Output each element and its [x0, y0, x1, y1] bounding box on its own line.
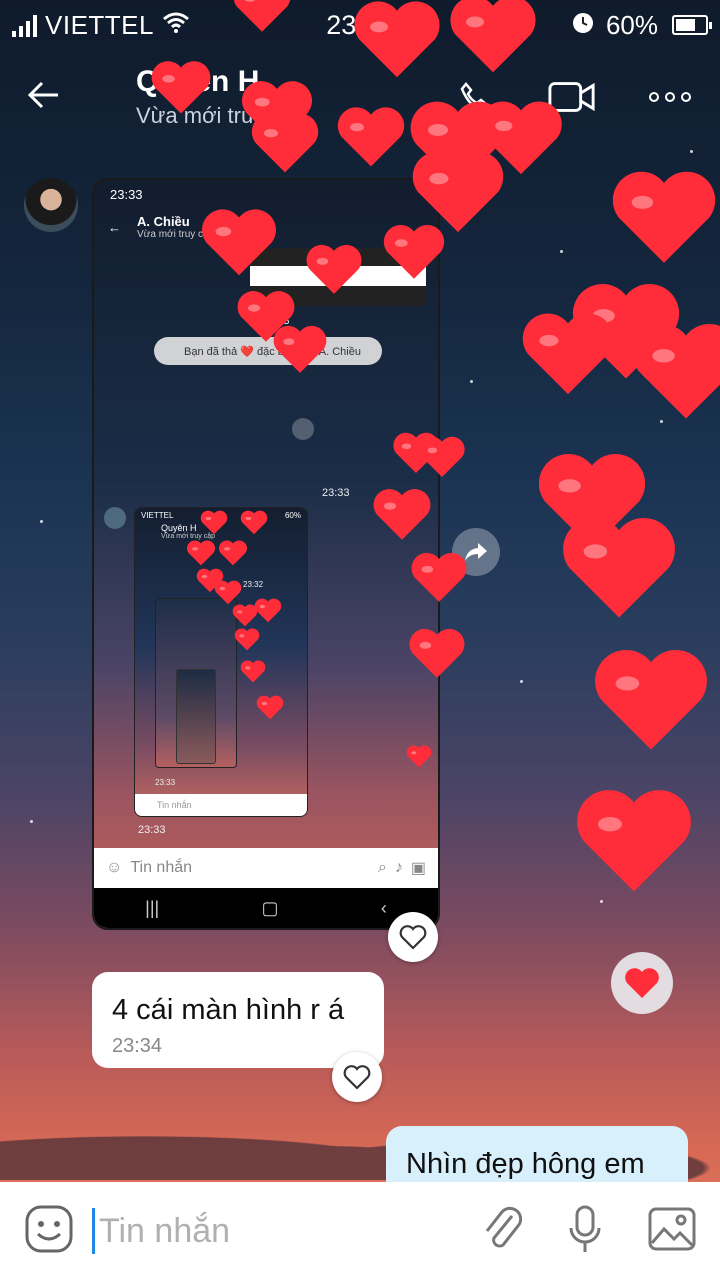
video-camera-icon[interactable]: [548, 77, 596, 117]
forward-arrow-icon: [465, 543, 487, 561]
heart-icon: [570, 282, 682, 386]
screenshot-nested-image: [250, 248, 426, 306]
carrier-name: VIETTEL: [45, 9, 154, 40]
message-text: 4 cái màn hình r á: [112, 994, 345, 1026]
contact-info[interactable]: Quyên H Vừa mới truy cập: [136, 65, 306, 129]
forward-button[interactable]: [452, 528, 500, 576]
screenshot-header: ← A. Chiều Vừa mới truy cập: [94, 208, 438, 246]
screenshot-mic-icon: ♪: [394, 859, 403, 876]
inner-time-1: 23:32: [243, 580, 264, 589]
heart-icon: [592, 648, 710, 757]
message-input-bar: Tin nhắn: [0, 1182, 720, 1280]
message-time: 23:34: [112, 1035, 163, 1057]
inner-input: Tin nhắn: [135, 794, 307, 816]
status-bar: VIETTEL 23:35 60%: [0, 0, 720, 50]
screenshot-back-arrow-icon: ←: [108, 219, 121, 235]
back-arrow-icon[interactable]: [26, 75, 86, 120]
screenshot-contact-status: Vừa mới truy cập: [137, 229, 215, 240]
heart-icon: [630, 322, 720, 426]
back-icon: ‹: [380, 897, 387, 918]
outgoing-message-text: Nhìn đẹp hông em: [406, 1148, 645, 1180]
screenshot-input-bar: ☺ Tin nhắn ⌕ ♪ ▣: [94, 848, 438, 888]
screenshot-emoji-icon: ☺: [106, 859, 123, 876]
contact-name: Quyên H: [136, 65, 260, 98]
screenshot-time-1: 23:33: [262, 315, 290, 327]
heart-outline-icon: [343, 1065, 371, 1090]
phone-icon[interactable]: [450, 77, 498, 117]
message-input[interactable]: Tin nhắn: [92, 1208, 230, 1254]
screenshot-image-message[interactable]: 23:33 ← A. Chiều Vừa mới truy cập 23:33 …: [92, 178, 440, 930]
home-icon: ▢: [261, 897, 279, 918]
heart-filled-icon: [625, 968, 659, 998]
contact-status: Vừa mới truy cập: [136, 103, 306, 128]
inner-carrier: VIETTEL: [141, 511, 174, 520]
react-heart-button-2[interactable]: [332, 1052, 382, 1102]
microphone-icon[interactable]: [568, 1204, 602, 1259]
wifi-icon: [162, 11, 190, 40]
attachment-icon[interactable]: [482, 1204, 523, 1259]
inner-nested-image: [155, 598, 237, 768]
reaction-badge[interactable]: [611, 952, 673, 1014]
heart-icon: [560, 516, 678, 625]
image-icon[interactable]: [648, 1207, 696, 1256]
recent-apps-icon: |||: [145, 897, 160, 918]
screenshot-forward-icon: [292, 418, 314, 440]
alarm-icon: [570, 9, 596, 42]
screenshot-avatar: [104, 507, 126, 529]
signal-icon: [12, 13, 37, 37]
heart-icon: [536, 452, 648, 556]
heart-icon: [520, 312, 616, 401]
inner-time-2: 23:33: [155, 778, 176, 787]
screenshot-time-2: 23:33: [322, 487, 350, 499]
heart-icon: [574, 788, 694, 899]
screenshot-inner-image: VIETTEL 60% Quyên H Vừa mới truy cập 23:…: [134, 507, 308, 817]
screenshot-nav-bar: ||| ▢ ‹: [94, 888, 438, 928]
chat-header: Quyên H Vừa mới truy cập: [0, 52, 720, 142]
heart-icon: [610, 170, 718, 270]
screenshot-status-time: 23:33: [110, 186, 143, 202]
inner-battery: 60%: [284, 511, 301, 520]
status-time: 23:35: [326, 9, 394, 40]
react-heart-button[interactable]: [388, 912, 438, 962]
inner-nested-image-2: [176, 669, 216, 764]
screenshot-status-bar: 23:33: [94, 180, 438, 208]
more-dots-icon[interactable]: [646, 77, 694, 117]
heart-outline-icon: [399, 925, 427, 950]
battery-icon: [672, 15, 712, 35]
screenshot-reaction-pill: Bạn đã thả ❤️ đặc biệt cho A. Chiều: [154, 337, 382, 365]
inner-contact-status: Vừa mới truy cập: [161, 533, 216, 540]
screenshot-time-3: 23:33: [138, 824, 166, 836]
screenshot-attachment-icon: ⌕: [377, 859, 387, 876]
contact-avatar[interactable]: [24, 178, 78, 232]
incoming-message-bubble[interactable]: 4 cái màn hình r á 23:34: [92, 972, 384, 1068]
inner-contact-name: Quyên H: [161, 523, 197, 533]
emoji-icon[interactable]: [24, 1204, 74, 1259]
screenshot-input-placeholder: Tin nhắn: [130, 859, 193, 876]
screenshot-image-icon: ▣: [410, 860, 426, 877]
screenshot-contact-name: A. Chiều: [137, 214, 190, 229]
battery-percent: 60%: [605, 9, 658, 40]
